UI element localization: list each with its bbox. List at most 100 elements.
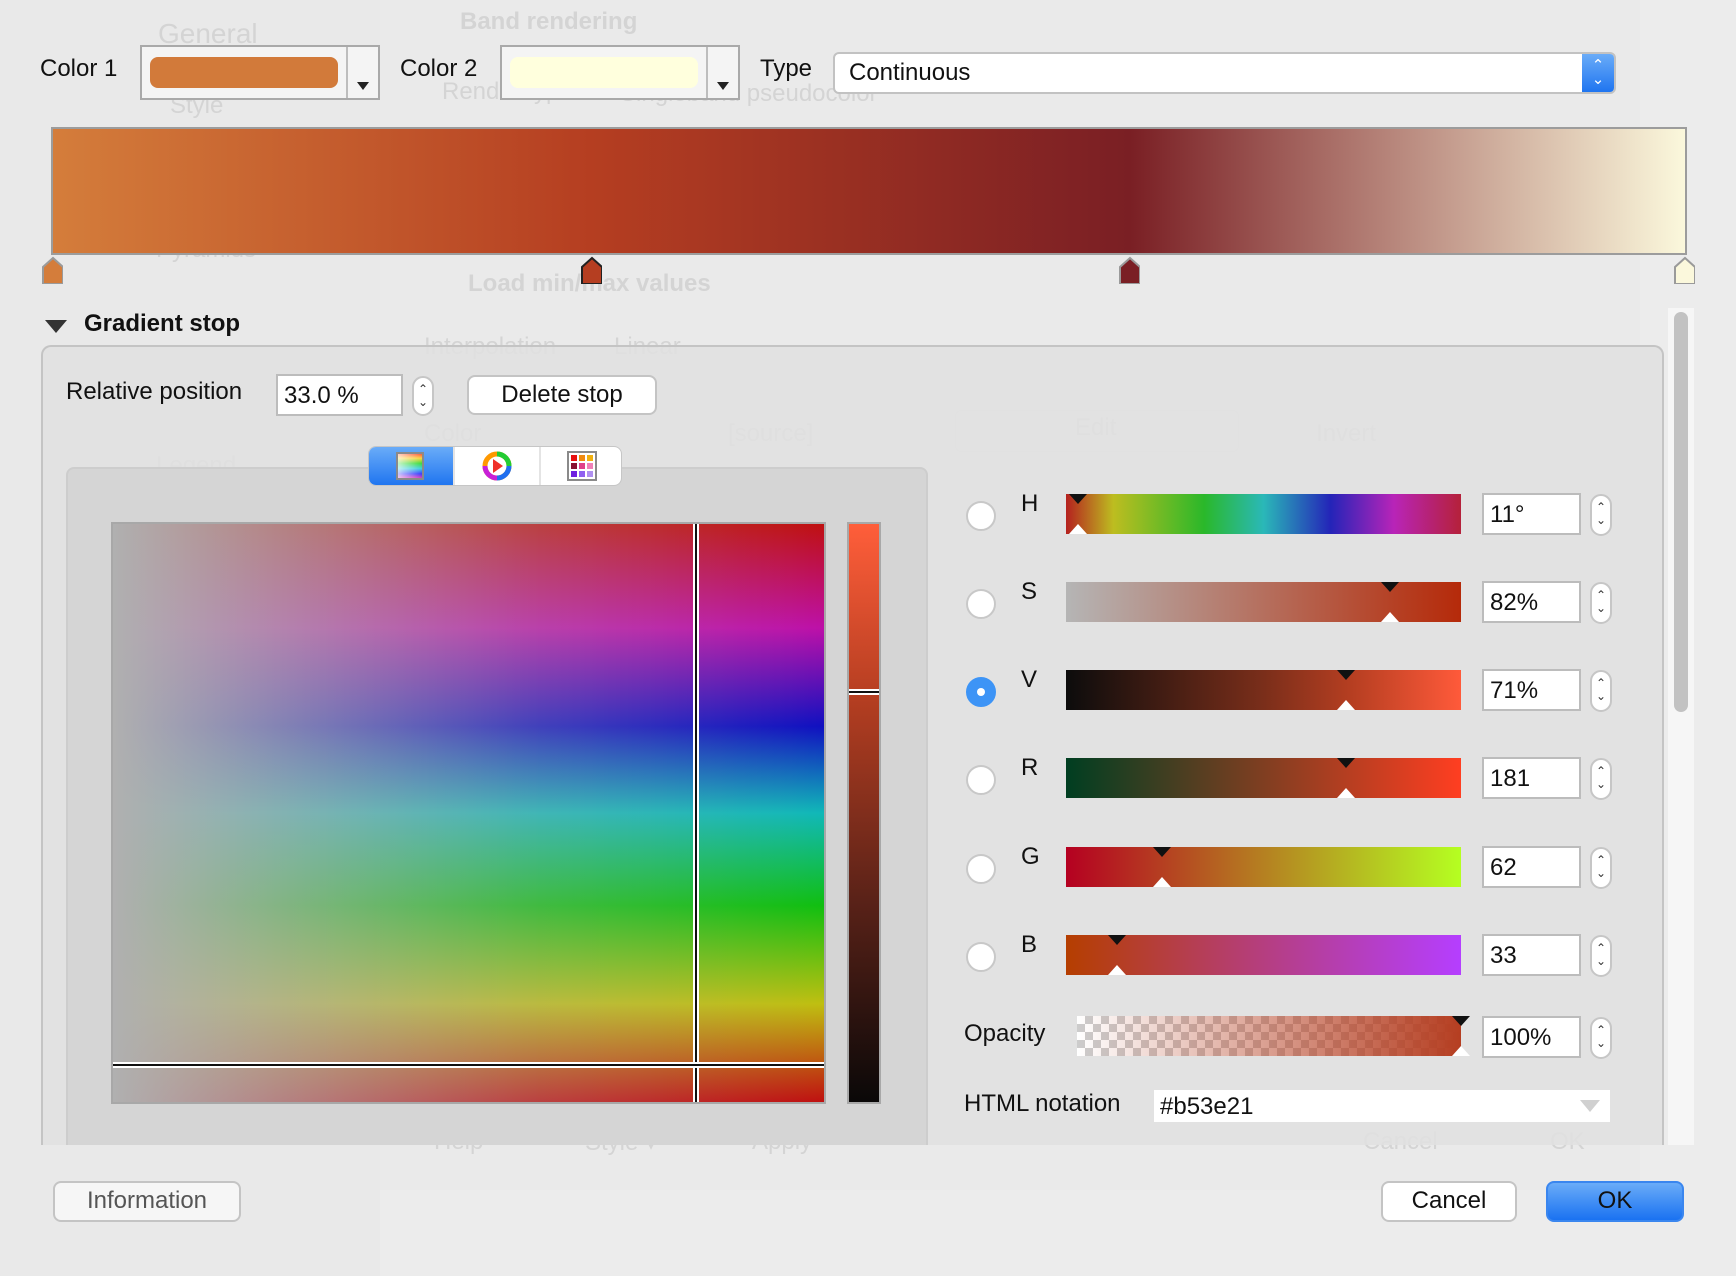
channel-value: 71% <box>1490 677 1539 704</box>
html-notation-value: #b53e21 <box>1160 1093 1254 1120</box>
channel-label-g: G <box>1021 843 1040 870</box>
opacity-spinner[interactable]: ⌃ ⌄ <box>1590 1017 1612 1059</box>
type-label: Type <box>760 55 813 82</box>
channel-slider-marker-bottom[interactable] <box>1069 524 1088 534</box>
channel-slider-marker-bottom[interactable] <box>1337 700 1356 710</box>
saturation-overlay <box>113 524 824 1102</box>
channel-input-r[interactable]: 181 <box>1482 757 1581 799</box>
gradient-stop-marker[interactable] <box>1673 256 1695 284</box>
channel-spinner-v[interactable]: ⌃ ⌄ <box>1590 670 1612 712</box>
swatch-grid-tab[interactable] <box>541 447 621 485</box>
channel-value: 11° <box>1490 501 1525 528</box>
channel-slider-marker-top[interactable] <box>1380 582 1399 592</box>
channel-slider-marker-top[interactable] <box>1069 494 1088 504</box>
channel-input-s[interactable]: 82% <box>1482 581 1581 623</box>
color1-swatch <box>150 57 338 88</box>
channel-input-v[interactable]: 71% <box>1482 669 1581 711</box>
opacity-value: 100% <box>1490 1024 1552 1051</box>
channel-slider-marker-top[interactable] <box>1152 847 1171 857</box>
channel-radio-g[interactable] <box>966 854 996 884</box>
scrollbar-thumb[interactable] <box>1674 312 1688 712</box>
relative-position-spinner[interactable]: ⌃ ⌄ <box>412 376 434 416</box>
collapse-triangle-icon[interactable] <box>45 320 67 333</box>
channel-label-v: V <box>1021 666 1038 693</box>
color-ramp-tab[interactable] <box>369 447 453 485</box>
color-spectrum-icon <box>396 452 424 480</box>
crosshair-vertical <box>693 524 700 1102</box>
type-select[interactable]: Continuous ⌃ ⌄ <box>833 52 1616 94</box>
gradient-stop-title: Gradient stop <box>84 310 241 337</box>
channel-slider-marker-top[interactable] <box>1107 935 1126 945</box>
swatch-grid-icon <box>567 451 597 481</box>
color2-dropdown-arrow[interactable] <box>706 47 738 98</box>
chevron-down-icon[interactable] <box>1580 1100 1600 1112</box>
channel-value: 62 <box>1490 854 1517 881</box>
type-select-value: Continuous <box>849 59 971 86</box>
hue-saturation-field[interactable] <box>111 522 826 1104</box>
html-notation-label: HTML notation <box>964 1090 1121 1117</box>
opacity-input[interactable]: 100% <box>1482 1016 1581 1058</box>
channel-input-b[interactable]: 33 <box>1482 934 1581 976</box>
bg-section-title: Band rendering <box>460 8 638 35</box>
channel-radio-b[interactable] <box>966 942 996 972</box>
channel-slider-marker-top[interactable] <box>1337 758 1356 768</box>
channel-input-g[interactable]: 62 <box>1482 846 1581 888</box>
gradient-preview-bar[interactable] <box>51 127 1687 255</box>
crosshair-horizontal <box>113 1062 824 1069</box>
channel-slider-marker-bottom[interactable] <box>1152 877 1171 887</box>
channel-slider-g[interactable] <box>1066 847 1461 887</box>
channel-slider-marker-top[interactable] <box>1337 670 1356 680</box>
cancel-button[interactable]: Cancel <box>1381 1181 1517 1222</box>
channel-slider-v[interactable] <box>1066 670 1461 710</box>
color1-button[interactable] <box>140 45 380 100</box>
channel-radio-s[interactable] <box>966 589 996 619</box>
relative-position-value: 33.0 % <box>284 382 359 409</box>
channel-label-b: B <box>1021 931 1038 958</box>
channel-slider-s[interactable] <box>1066 582 1461 622</box>
channel-spinner-g[interactable]: ⌃ ⌄ <box>1590 847 1612 889</box>
channel-slider-marker-bottom[interactable] <box>1380 612 1399 622</box>
channel-radio-v[interactable] <box>966 677 996 707</box>
opacity-slider-marker-top[interactable] <box>1452 1016 1470 1026</box>
channel-value: 33 <box>1490 942 1517 969</box>
channel-input-h[interactable]: 11° <box>1482 493 1581 535</box>
color-picker-mode-tabs <box>368 446 622 486</box>
opacity-label: Opacity <box>964 1020 1046 1047</box>
color-wheel-tab[interactable] <box>455 447 539 485</box>
channel-value: 181 <box>1490 765 1531 792</box>
channel-label-r: R <box>1021 754 1039 781</box>
color2-swatch <box>510 57 698 88</box>
relative-position-label: Relative position <box>66 378 243 405</box>
color2-button[interactable] <box>500 45 740 100</box>
channel-label-s: S <box>1021 578 1038 605</box>
channel-slider-marker-bottom[interactable] <box>1107 965 1126 975</box>
color1-label: Color 1 <box>40 55 118 82</box>
html-notation-input[interactable]: #b53e21 <box>1152 1088 1612 1124</box>
channel-slider-h[interactable] <box>1066 494 1461 534</box>
opacity-slider-marker-bottom[interactable] <box>1452 1046 1470 1056</box>
opacity-slider[interactable] <box>1077 1016 1461 1056</box>
vertical-scrollbar[interactable] <box>1668 308 1694 1145</box>
relative-position-input[interactable]: 33.0 % <box>276 374 403 416</box>
channel-spinner-s[interactable]: ⌃ ⌄ <box>1590 582 1612 624</box>
channel-slider-marker-bottom[interactable] <box>1337 788 1356 798</box>
gradient-stop-marker-selected[interactable] <box>580 256 602 284</box>
channel-radio-h[interactable] <box>966 501 996 531</box>
channel-label-h: H <box>1021 490 1039 517</box>
channel-spinner-h[interactable]: ⌃ ⌄ <box>1590 494 1612 536</box>
chevron-updown-icon: ⌃ ⌄ <box>1582 54 1614 92</box>
value-slider-handle[interactable] <box>849 688 879 695</box>
color-wheel-icon <box>482 451 512 481</box>
channel-radio-r[interactable] <box>966 765 996 795</box>
information-button[interactable]: Information <box>53 1181 241 1222</box>
gradient-stop-marker[interactable] <box>1118 256 1141 284</box>
value-slider[interactable] <box>847 522 881 1104</box>
gradient-stop-marker[interactable] <box>41 256 63 284</box>
delete-stop-button[interactable]: Delete stop <box>467 375 657 415</box>
ok-button[interactable]: OK <box>1546 1181 1684 1222</box>
color2-label: Color 2 <box>400 55 478 82</box>
channel-spinner-b[interactable]: ⌃ ⌄ <box>1590 935 1612 977</box>
channel-spinner-r[interactable]: ⌃ ⌄ <box>1590 758 1612 800</box>
color1-dropdown-arrow[interactable] <box>346 47 378 98</box>
channel-slider-r[interactable] <box>1066 758 1461 798</box>
